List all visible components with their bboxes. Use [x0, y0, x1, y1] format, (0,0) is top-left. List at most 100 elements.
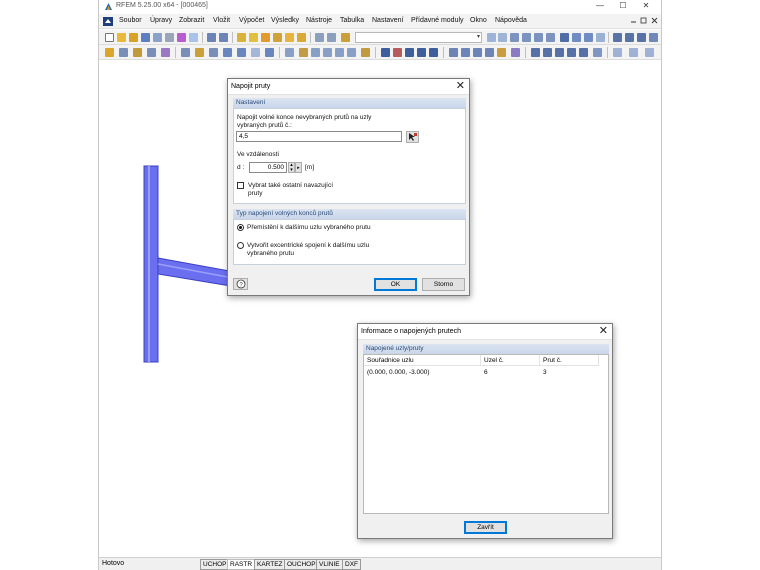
menu-tabulka[interactable]: Tabulka: [340, 17, 364, 24]
view-y-icon[interactable]: [461, 48, 470, 57]
line-icon[interactable]: [119, 48, 128, 57]
panel-icon[interactable]: [327, 33, 336, 42]
select-icon[interactable]: [285, 48, 294, 57]
menu-vypocet[interactable]: Výpočet: [239, 17, 264, 24]
workplane-icon[interactable]: [555, 48, 564, 57]
snap-icon[interactable]: [543, 48, 552, 57]
status-vlinie-button[interactable]: VLINIE: [316, 559, 343, 570]
filter-icon[interactable]: [637, 33, 646, 42]
cancel-button[interactable]: Storno: [422, 278, 465, 291]
member-load-icon[interactable]: [237, 48, 246, 57]
table-icon[interactable]: [315, 33, 324, 42]
close-window-button[interactable]: ✕: [635, 0, 657, 13]
open-template-icon[interactable]: [129, 33, 138, 42]
help-button[interactable]: ?: [233, 278, 248, 290]
column-member[interactable]: [143, 165, 159, 363]
numbering-icon[interactable]: [381, 48, 390, 57]
rotate-objects-icon[interactable]: [323, 48, 332, 57]
surface-load-icon[interactable]: [251, 48, 260, 57]
table-export-icon[interactable]: [297, 33, 306, 42]
edit-icon[interactable]: [237, 33, 246, 42]
move-icon[interactable]: [299, 48, 308, 57]
guideline-icon[interactable]: [567, 48, 576, 57]
section-icon[interactable]: [596, 33, 605, 42]
menu-nastroje[interactable]: Nástroje: [306, 17, 332, 24]
check-icon[interactable]: [393, 48, 402, 57]
document-menu-icon[interactable]: [103, 17, 113, 26]
more-tools-icon[interactable]: [629, 48, 638, 57]
previous-icon[interactable]: [487, 33, 496, 42]
menu-zobrazit[interactable]: Zobrazit: [179, 17, 204, 24]
dimension-icon[interactable]: [417, 48, 426, 57]
distance-spinner[interactable]: ▴ ▾: [288, 162, 295, 173]
status-kartez-button[interactable]: KARTEZ: [254, 559, 286, 570]
pick-members-button[interactable]: [406, 131, 419, 143]
cut-icon[interactable]: [189, 33, 198, 42]
connect-members-icon[interactable]: [361, 48, 370, 57]
distance-menu-button[interactable]: ▸: [295, 162, 302, 173]
view-x-icon[interactable]: [449, 48, 458, 57]
menu-vlozit[interactable]: Vložit: [213, 17, 230, 24]
menu-upravy[interactable]: Úpravy: [150, 17, 172, 24]
comment-icon[interactable]: [429, 48, 438, 57]
member-icon[interactable]: [133, 48, 142, 57]
wireframe-icon[interactable]: [572, 33, 581, 42]
move-radio[interactable]: [237, 224, 244, 231]
zoom-icon[interactable]: [522, 33, 531, 42]
distance-input[interactable]: 0.500: [249, 162, 287, 173]
isometric-icon[interactable]: [485, 48, 494, 57]
mirror-icon[interactable]: [335, 48, 344, 57]
model-data-icon[interactable]: [177, 33, 186, 42]
hinge-icon[interactable]: [161, 48, 170, 57]
zoom-all-icon[interactable]: [497, 48, 506, 57]
measure-icon[interactable]: [405, 48, 414, 57]
search-icon[interactable]: [249, 33, 258, 42]
show-results-icon[interactable]: [285, 33, 294, 42]
save-icon[interactable]: [141, 33, 150, 42]
support-icon[interactable]: [147, 48, 156, 57]
ok-button[interactable]: OK: [374, 278, 417, 291]
grid-icon[interactable]: [531, 48, 540, 57]
beam-member[interactable]: [157, 257, 236, 287]
dxf-icon[interactable]: [579, 48, 588, 57]
pan-icon[interactable]: [546, 33, 555, 42]
copy-icon[interactable]: [311, 48, 320, 57]
options-icon[interactable]: [649, 33, 658, 42]
open-file-icon[interactable]: [117, 33, 126, 42]
minimize-button[interactable]: —: [589, 0, 611, 13]
menu-soubor[interactable]: Soubor: [119, 17, 142, 24]
settings-icon[interactable]: [625, 33, 634, 42]
visibility-icon[interactable]: [511, 48, 520, 57]
eccentric-radio[interactable]: [237, 242, 244, 249]
solid-model-icon[interactable]: [195, 48, 204, 57]
display-icon[interactable]: [613, 33, 622, 42]
status-dxf-button[interactable]: DXF: [342, 559, 361, 570]
layer-icon[interactable]: [613, 48, 622, 57]
status-rastr-button[interactable]: RASTR: [227, 559, 256, 570]
status-uchop-button[interactable]: UCHOP: [200, 559, 230, 570]
load-icon[interactable]: [223, 48, 232, 57]
members-input[interactable]: 4,5: [236, 131, 402, 142]
menu-napoveda[interactable]: Nápověda: [495, 17, 527, 24]
menu-okno[interactable]: Okno: [470, 17, 487, 24]
menu-pridavne-moduly[interactable]: Přídavné moduly: [411, 17, 464, 24]
rotate-icon[interactable]: [534, 33, 543, 42]
calculate-icon[interactable]: [261, 33, 270, 42]
node-icon[interactable]: [105, 48, 114, 57]
results-icon[interactable]: [273, 33, 282, 42]
print-icon[interactable]: [153, 33, 162, 42]
view-z-icon[interactable]: [473, 48, 482, 57]
maximize-button[interactable]: ☐: [612, 0, 634, 13]
menu-nastaveni[interactable]: Nastavení: [372, 17, 404, 24]
undo-icon[interactable]: [207, 33, 216, 42]
surface-icon[interactable]: [181, 48, 190, 57]
load-case-combo[interactable]: ▾: [355, 32, 482, 43]
print-report-icon[interactable]: [165, 33, 174, 42]
new-file-icon[interactable]: [105, 33, 114, 42]
solid-icon[interactable]: [584, 33, 593, 42]
load-case-icon[interactable]: [341, 33, 350, 42]
menu-vysledky[interactable]: Výsledky: [271, 17, 299, 24]
view-icon[interactable]: [510, 33, 519, 42]
render-icon[interactable]: [560, 33, 569, 42]
close-icon[interactable]: ✕: [599, 325, 608, 337]
